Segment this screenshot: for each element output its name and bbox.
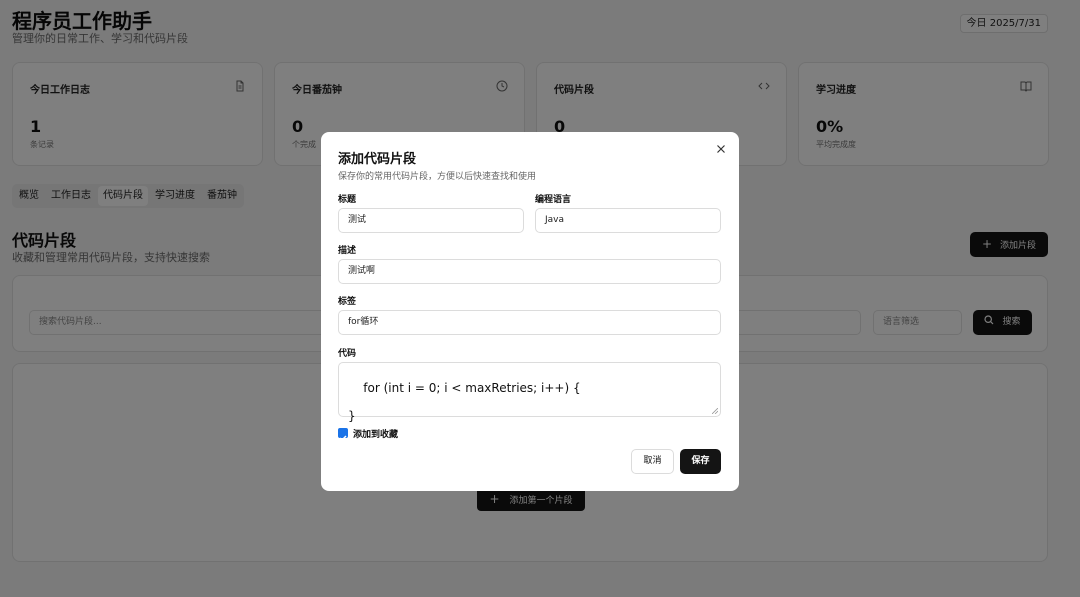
code-label: 代码: [338, 349, 357, 359]
favorite-checkbox[interactable]: [338, 428, 348, 442]
dialog-description: 保存你的常用代码片段，方便以后快速查找和使用: [338, 172, 537, 182]
cancel-button[interactable]: 取消: [631, 449, 674, 474]
tags-label: 标签: [338, 297, 357, 307]
description-input[interactable]: 测试啊: [338, 259, 721, 284]
description-label: 描述: [338, 246, 357, 256]
dialog-title: 添加代码片段: [338, 152, 417, 167]
close-icon[interactable]: [716, 144, 726, 154]
title-label: 标题: [338, 195, 357, 205]
save-button[interactable]: 保存: [680, 449, 721, 474]
language-input[interactable]: Java: [535, 208, 721, 233]
check-icon: [339, 435, 347, 442]
code-textarea[interactable]: for (int i = 0; i < maxRetries; i++) { }: [338, 362, 721, 423]
title-input[interactable]: 测试: [338, 208, 524, 233]
favorite-label: 添加到收藏: [353, 430, 399, 440]
tags-input[interactable]: for循环: [338, 310, 721, 335]
code-text: for (int i = 0; i < maxRetries; i++) { }: [348, 381, 581, 423]
language-label: 编程语言: [535, 195, 572, 205]
resize-handle-icon[interactable]: [712, 408, 718, 414]
add-snippet-dialog: 添加代码片段 保存你的常用代码片段，方便以后快速查找和使用 标题 测试 编程语言…: [321, 132, 739, 491]
